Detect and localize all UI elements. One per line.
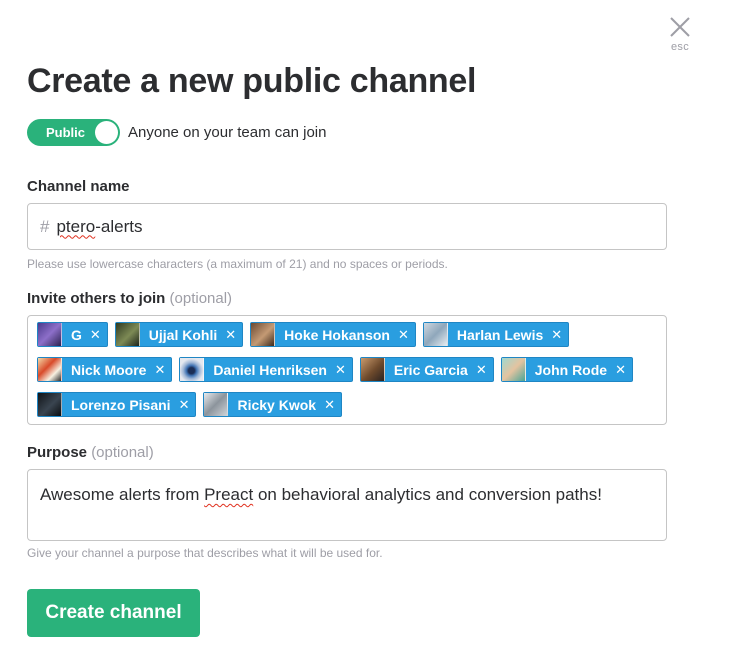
invite-label: Invite others to join (optional) [27,290,233,307]
avatar [501,358,526,381]
invite-chip[interactable]: Lorenzo Pisani ✕ [37,392,197,417]
channel-name-label: Channel name [27,178,130,195]
invite-chip-name: Eric Garcia [393,361,468,378]
invite-chip-name: Hoke Hokanson [284,326,390,343]
remove-icon[interactable]: ✕ [335,362,346,378]
invite-chip[interactable]: G ✕ [37,322,108,347]
create-channel-button[interactable]: Create channel [27,589,200,637]
invite-chip[interactable]: Ricky Kwok ✕ [203,392,342,417]
channel-name-input[interactable]: # ptero-alerts [27,203,667,250]
remove-icon[interactable]: ✕ [90,327,101,343]
invite-chip-name: Daniel Henriksen [213,361,327,378]
remove-icon[interactable]: ✕ [324,397,335,413]
invite-chip[interactable]: John Rode ✕ [500,357,633,382]
avatar [251,323,276,346]
channel-name-hint: Please use lowercase characters (a maxim… [27,257,448,271]
avatar [180,358,205,381]
close-icon [670,17,690,37]
avatar [115,323,140,346]
avatar [38,358,62,381]
invite-chip-name: Ujjal Kohli [148,326,218,343]
purpose-label: Purpose (optional) [27,444,154,461]
toggle-label: Public [46,125,86,140]
channel-name-value: ptero-alerts [56,216,143,236]
page-title: Create a new public channel [27,62,477,100]
invite-chip[interactable]: Hoke Hokanson ✕ [250,322,416,347]
avatar [423,323,448,346]
invite-input[interactable]: G ✕ Ujjal Kohli ✕ Hoke Hokanson ✕ Harlan Lewis… [27,315,667,425]
hash-prefix: # [40,216,50,236]
purpose-optional: (optional) [91,444,154,461]
remove-icon[interactable]: ✕ [154,362,165,378]
toggle-knob [95,121,118,144]
remove-icon[interactable]: ✕ [179,397,190,413]
avatar [38,393,62,416]
invite-chip-name: G [71,326,82,343]
purpose-hint: Give your channel a purpose that describ… [27,546,383,560]
purpose-value: Awesome alerts from Preact on behavioral… [40,485,602,504]
invite-chip[interactable]: Eric Garcia ✕ [359,357,494,382]
invite-chip[interactable]: Harlan Lewis ✕ [422,322,570,347]
invite-chip-name: Harlan Lewis [456,326,544,343]
invite-chip[interactable]: Ujjal Kohli ✕ [114,322,244,347]
invite-chip-name: Lorenzo Pisani [71,396,171,413]
remove-icon[interactable]: ✕ [615,362,626,378]
invite-chip[interactable]: Daniel Henriksen ✕ [179,357,353,382]
avatar [38,323,62,346]
toggle-description: Anyone on your team can join [128,124,327,141]
invite-chip-name: Nick Moore [71,361,147,378]
avatar [360,358,385,381]
purpose-input[interactable]: Awesome alerts from Preact on behavioral… [27,469,667,541]
invite-chip-name: John Rode [534,361,608,378]
remove-icon[interactable]: ✕ [551,327,562,343]
avatar [204,393,229,416]
invite-chip[interactable]: Nick Moore ✕ [37,357,173,382]
remove-icon[interactable]: ✕ [225,327,236,343]
invite-chip-name: Ricky Kwok [237,396,317,413]
close-button[interactable]: esc [662,16,698,62]
remove-icon[interactable]: ✕ [476,362,487,378]
public-private-toggle[interactable]: Public [27,119,120,146]
invite-optional: (optional) [169,290,233,307]
esc-hint: esc [670,41,690,53]
remove-icon[interactable]: ✕ [398,327,409,343]
